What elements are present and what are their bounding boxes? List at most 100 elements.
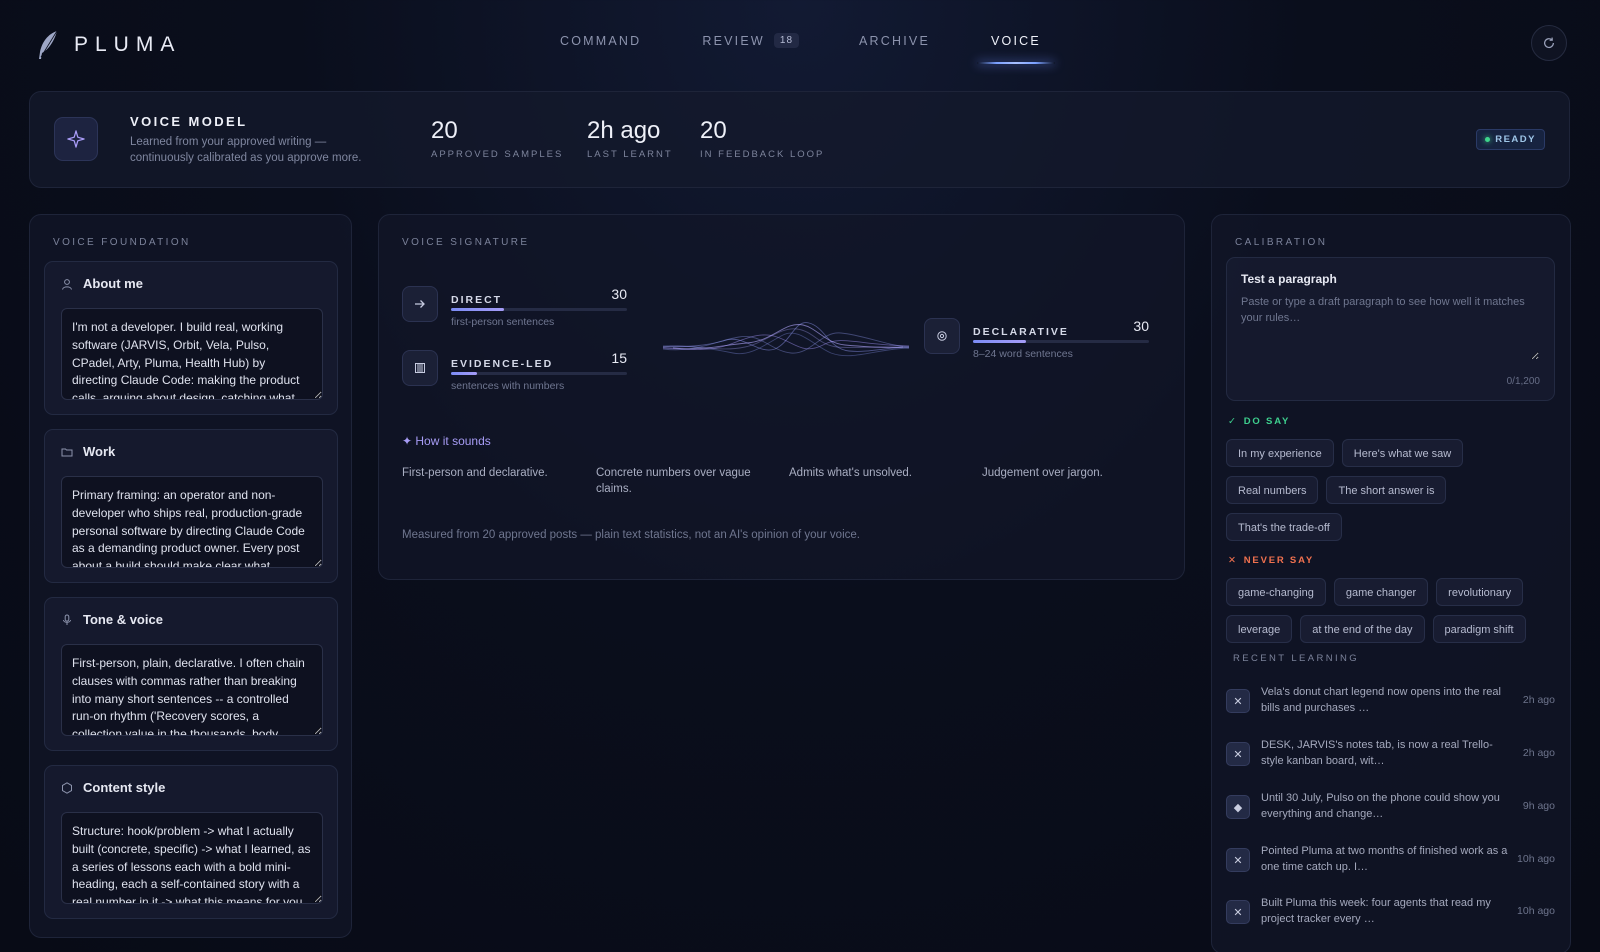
learning-time: 2h ago: [1522, 694, 1555, 706]
stat-label: IN FEEDBACK LOOP: [700, 149, 825, 160]
tab-archive[interactable]: ARCHIVE: [859, 33, 930, 48]
do-say-chip[interactable]: Real numbers: [1226, 476, 1319, 504]
about-me-field[interactable]: I'm not a developer. I build real, worki…: [61, 308, 323, 400]
metric-evidence-led: EVIDENCE-LED 15 sentences with numbers: [402, 350, 627, 394]
stat-value: 2h ago: [587, 117, 661, 144]
learning-item[interactable]: ◆ Until 30 July, Pulso on the phone coul…: [1226, 787, 1555, 829]
learning-text: Until 30 July, Pulso on the phone could …: [1261, 792, 1500, 820]
refresh-icon: [1544, 37, 1554, 49]
metric-declarative: DECLARATIVE 30 8–24 word sentences: [924, 318, 1149, 362]
card-title: Tone & voice: [83, 612, 163, 627]
hexagon-icon: [62, 781, 72, 794]
recent-learning-title: RECENT LEARNING: [1233, 653, 1360, 664]
tab-review[interactable]: REVIEW 18: [702, 33, 800, 48]
foundation-card-about: About me I'm not a developer. I build re…: [44, 261, 338, 415]
foundation-card-tone: Tone & voice First-person, plain, declar…: [44, 597, 338, 751]
never-say-heading: ✕ NEVER SAY: [1228, 555, 1314, 566]
feather-icon: [39, 30, 58, 59]
stat-label: LAST LEARNT: [587, 149, 673, 160]
metric-track: [451, 372, 627, 375]
do-say-chip[interactable]: That's the trade-off: [1226, 513, 1342, 541]
learning-time: 10h ago: [1517, 853, 1555, 865]
top-bar: PLUMA COMMAND REVIEW 18 ARCHIVE VOICE: [0, 0, 1600, 84]
panel-title: VOICE SIGNATURE: [402, 237, 530, 248]
review-count-badge: 18: [773, 33, 800, 48]
metric-sub: first-person sentences: [451, 316, 555, 328]
signature-footnote: Measured from 20 approved posts — plain …: [402, 529, 860, 541]
content-style-field[interactable]: Structure: hook/problem -> what I actual…: [61, 812, 323, 904]
metric-value: 30: [1133, 318, 1149, 334]
metric-sub: sentences with numbers: [451, 380, 565, 392]
card-title: About me: [83, 276, 143, 291]
voice-model-title: VOICE MODEL: [130, 114, 248, 129]
panel-title: VOICE FOUNDATION: [53, 237, 191, 248]
voice-model-subtitle: Learned from your approved writing — con…: [130, 136, 362, 164]
logo[interactable]: PLUMA: [36, 30, 181, 60]
never-say-chip[interactable]: game-changing: [1226, 578, 1326, 606]
learning-time: 9h ago: [1522, 800, 1555, 812]
sound-item: Concrete numbers over vague claims.: [596, 467, 751, 495]
x-icon: ✕: [1226, 900, 1250, 924]
work-field[interactable]: Primary framing: an operator and non-dev…: [61, 476, 323, 568]
tone-voice-field[interactable]: First-person, plain, declarative. I ofte…: [61, 644, 323, 736]
metric-track: [451, 308, 627, 311]
learning-time: 2h ago: [1522, 747, 1555, 759]
metric-track: [973, 340, 1149, 343]
metric-label: DIRECT: [451, 294, 503, 306]
sound-item: Judgement over jargon.: [982, 467, 1103, 479]
tab-voice[interactable]: VOICE: [977, 33, 1055, 64]
test-paragraph-input[interactable]: [1241, 294, 1539, 360]
char-count: 0/1,200: [1506, 376, 1540, 387]
status-text: READY: [1495, 134, 1536, 145]
metric-value: 15: [611, 350, 627, 366]
never-say-chip[interactable]: leverage: [1226, 615, 1293, 643]
learning-item[interactable]: ✕ Pointed Pluma at two months of finishe…: [1226, 840, 1555, 882]
stat-value: 20: [700, 117, 727, 144]
metric-fill: [451, 308, 504, 311]
tab-label: COMMAND: [560, 33, 642, 48]
never-say-chips: game-changing game changer revolutionary…: [1226, 578, 1546, 643]
voice-model-card: VOICE MODEL Learned from your approved w…: [29, 91, 1570, 188]
never-say-chip[interactable]: game changer: [1333, 578, 1429, 606]
do-say-chips: In my experience Here's what we saw Real…: [1226, 439, 1546, 541]
voice-waveform: [663, 322, 909, 357]
do-say-heading: ✓ DO SAY: [1228, 416, 1290, 427]
status-dot-icon: [1485, 137, 1491, 142]
x-icon: ✕: [1226, 689, 1250, 713]
never-say-chip[interactable]: revolutionary: [1436, 578, 1524, 606]
sound-item: Admits what's unsolved.: [789, 467, 913, 479]
calibration-panel: CALIBRATION Test a paragraph 0/1,200 ✓ D…: [1211, 214, 1571, 952]
arrow-right-icon: [415, 300, 425, 308]
app-name: PLUMA: [74, 33, 182, 56]
never-say-chip[interactable]: paradigm shift: [1432, 615, 1526, 643]
refresh-button[interactable]: [1531, 25, 1567, 61]
check-icon: ✓: [1228, 416, 1238, 427]
card-title: Work: [83, 444, 116, 459]
learning-item[interactable]: ✕ DESK, JARVIS's notes tab, is now a rea…: [1226, 734, 1555, 776]
sparkle-icon: [54, 117, 98, 161]
voice-signature-panel: VOICE SIGNATURE DIRECT 30 first-person s…: [378, 214, 1185, 580]
x-icon: ✕: [1226, 848, 1250, 872]
never-say-chip[interactable]: at the end of the day: [1300, 615, 1425, 643]
learning-item[interactable]: ✕ Built Pluma this week: four agents tha…: [1226, 892, 1555, 934]
do-say-chip[interactable]: Here's what we saw: [1341, 439, 1464, 467]
test-paragraph-title: Test a paragraph: [1241, 272, 1337, 286]
sound-item: First-person and declarative.: [402, 467, 548, 479]
target-icon: [937, 331, 947, 341]
foundation-card-content-style: Content style Structure: hook/problem ->…: [44, 765, 338, 919]
learning-text: Pointed Pluma at two months of finished …: [1261, 845, 1508, 873]
metric-fill: [451, 372, 478, 375]
diamond-icon: ◆: [1226, 795, 1250, 819]
learning-text: Built Pluma this week: four agents that …: [1261, 897, 1491, 925]
how-it-sounds-heading: ✦ How it sounds: [402, 434, 491, 448]
learning-text: Vela's donut chart legend now opens into…: [1261, 686, 1501, 714]
never-say-label: NEVER SAY: [1243, 555, 1314, 566]
do-say-chip[interactable]: The short answer is: [1326, 476, 1447, 504]
test-paragraph-box: Test a paragraph 0/1,200: [1226, 257, 1555, 401]
learning-item[interactable]: ✕ Vela's donut chart legend now opens in…: [1226, 681, 1555, 723]
tab-label: VOICE: [990, 33, 1041, 48]
metric-fill: [973, 340, 1026, 343]
do-say-chip[interactable]: In my experience: [1226, 439, 1334, 467]
main-nav: COMMAND REVIEW 18 ARCHIVE VOICE: [560, 33, 1055, 64]
tab-command[interactable]: COMMAND: [560, 33, 641, 48]
